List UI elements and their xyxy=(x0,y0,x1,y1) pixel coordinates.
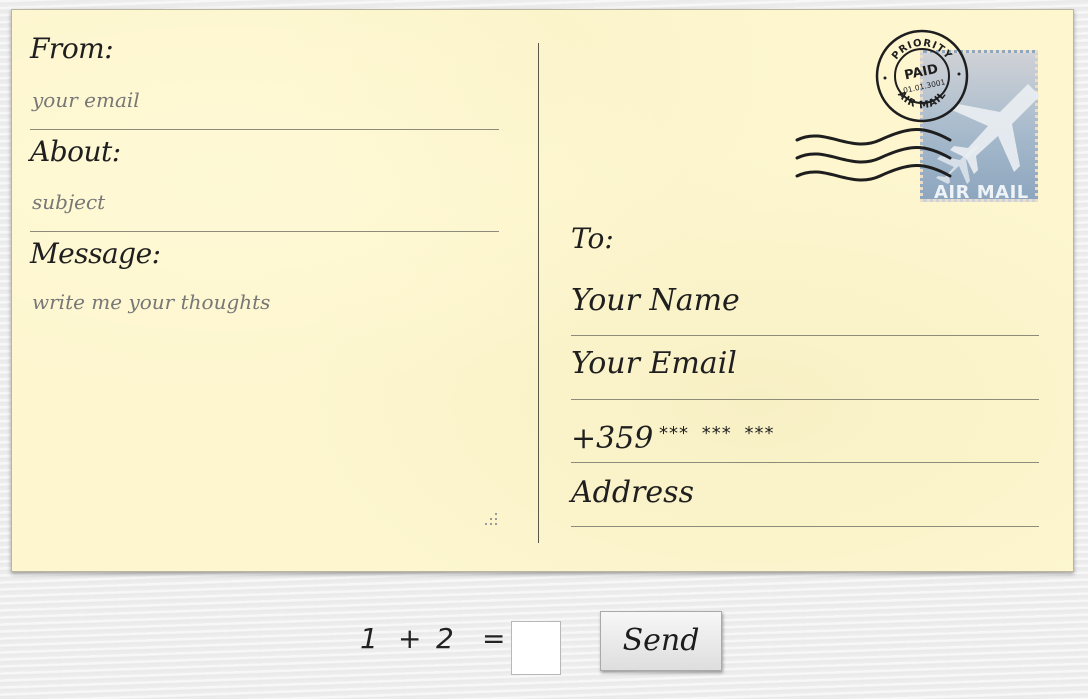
about-label: About: xyxy=(30,135,121,168)
textarea-resize-handle[interactable] xyxy=(485,513,499,527)
captcha-operand-1: 1 xyxy=(360,622,378,655)
address-rule xyxy=(571,526,1039,527)
address-field[interactable]: Address xyxy=(571,475,694,510)
from-rule xyxy=(30,129,499,130)
postmark-icon: PRIORITY AIR MAIL PAID 01.01.3001 xyxy=(875,29,969,123)
message-textarea[interactable]: write me your thoughts xyxy=(32,290,270,314)
message-label: Message: xyxy=(30,237,161,270)
postcard: From: your email About: subject Message:… xyxy=(11,9,1074,572)
recipient-email-field[interactable]: Your Email xyxy=(571,346,737,381)
about-rule xyxy=(30,231,499,232)
subject-input[interactable]: subject xyxy=(32,190,105,214)
center-divider xyxy=(538,43,539,543)
from-email-input[interactable]: your email xyxy=(32,88,140,112)
cancellation-waves-icon xyxy=(795,128,952,182)
phone-prefix: +359 xyxy=(571,421,654,456)
from-label: From: xyxy=(30,32,114,65)
to-label: To: xyxy=(571,222,614,255)
captcha-equals: = xyxy=(482,622,506,655)
captcha-operand-2: 2 xyxy=(436,622,454,655)
send-button[interactable]: Send xyxy=(600,611,722,671)
captcha-answer-input[interactable] xyxy=(511,621,561,675)
recipient-name-field[interactable]: Your Name xyxy=(571,283,740,318)
phone-field[interactable]: *** *** *** xyxy=(659,423,774,444)
email-rule xyxy=(571,399,1039,400)
phone-rule xyxy=(571,462,1039,463)
name-rule xyxy=(571,335,1039,336)
captcha-operator: + xyxy=(398,622,422,655)
